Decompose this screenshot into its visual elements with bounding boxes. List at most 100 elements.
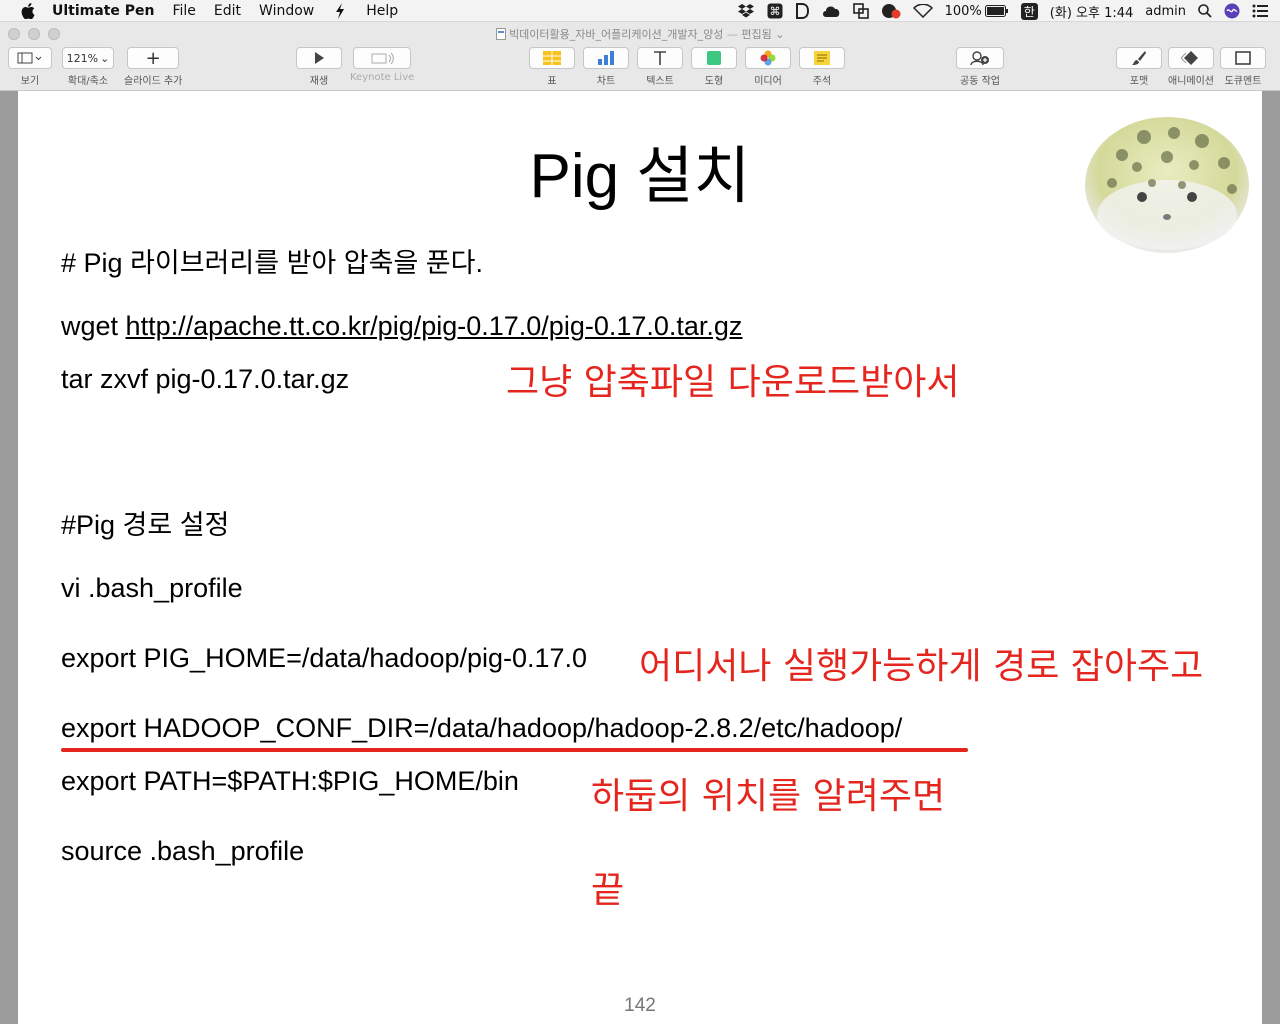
zoom-tool[interactable]: 121% ⌄ 확대/축소 [62, 47, 114, 87]
download-url-link[interactable]: http://apache.tt.co.kr/pig/pig-0.17.0/pi… [126, 311, 743, 341]
document-label: 도큐멘트 [1224, 76, 1262, 87]
input-source-badge[interactable]: 한 [1020, 2, 1038, 20]
play-icon [315, 52, 324, 64]
format-button[interactable] [1116, 47, 1162, 69]
spotlight-search-icon[interactable] [1198, 4, 1212, 18]
pufferfish-image[interactable] [1082, 105, 1252, 255]
red-underline-stroke [61, 748, 968, 752]
view-label: 보기 [20, 76, 40, 87]
wifi-icon[interactable] [912, 4, 933, 18]
document-name: 빅데이터활용_자바_어플리케이션_개발자_양성 [509, 28, 724, 41]
siri-icon[interactable] [1224, 3, 1240, 19]
slide-canvas[interactable]: Pig 설치 # Pig 라이브러리를 받아 압축을 푼다. wget http… [0, 91, 1280, 1024]
play-label: 재생 [309, 76, 329, 87]
collaborate-tool[interactable]: 공동 작업 [956, 47, 1004, 87]
media-tool[interactable]: 미디어 [745, 47, 791, 87]
comment-button[interactable] [799, 47, 845, 69]
menu-window[interactable]: Window [259, 3, 314, 19]
animate-button[interactable] [1168, 47, 1214, 69]
table-icon [543, 51, 561, 65]
slide[interactable]: Pig 설치 # Pig 라이브러리를 받아 압축을 푼다. wget http… [18, 91, 1262, 1024]
comment-line-download[interactable]: # Pig 라이브러리를 받아 압축을 푼다. [61, 241, 483, 280]
command-icon[interactable]: ⌘ [767, 3, 783, 19]
clock[interactable]: (화) 오후 1:44 [1050, 2, 1133, 21]
slide-page-number: 142 [624, 995, 656, 1016]
document-button[interactable] [1220, 47, 1266, 69]
app-name-menu[interactable]: Ultimate Pen [52, 3, 154, 19]
play-button[interactable] [296, 47, 342, 69]
table-tool[interactable]: 표 [529, 47, 575, 87]
keynote-live-label: Keynote Live [350, 72, 415, 83]
add-slide-label: 슬라이드 추가 [124, 76, 183, 87]
menu-help[interactable]: Help [366, 3, 398, 19]
vi-command[interactable]: vi .bash_profile [61, 573, 243, 604]
apple-menu-icon[interactable] [18, 1, 38, 21]
zoom-label: 확대/축소 [67, 76, 109, 87]
format-tool[interactable]: 포맷 [1116, 47, 1162, 87]
battery-status[interactable]: 100% [945, 4, 1009, 19]
view-tool[interactable]: 보기 [8, 47, 52, 87]
slide-title[interactable]: Pig 설치 [18, 125, 1262, 215]
chevron-down-icon: ⌄ [100, 51, 110, 65]
notification-center-icon[interactable] [1252, 4, 1268, 18]
zoom-select[interactable]: 121% ⌄ [62, 47, 114, 69]
table-button[interactable] [529, 47, 575, 69]
script-menu-icon[interactable] [332, 2, 348, 19]
comment-line-path[interactable]: #Pig 경로 설정 [61, 503, 229, 542]
paintbrush-icon [1132, 51, 1146, 65]
svg-text:⌘: ⌘ [769, 5, 780, 18]
photos-icon [760, 50, 776, 66]
menu-file[interactable]: File [172, 3, 195, 19]
battery-icon [984, 5, 1008, 17]
chevron-down-icon[interactable]: ⌄ [775, 28, 784, 41]
d-app-icon[interactable] [795, 3, 809, 19]
text-button[interactable] [637, 47, 683, 69]
source-command[interactable]: source .bash_profile [61, 836, 304, 867]
window-toolbar: 빅데이터활용_자바_어플리케이션_개발자_양성 — 편집됨 ⌄ 보기 121% ⌄… [0, 22, 1280, 91]
add-slide-tool[interactable]: + 슬라이드 추가 [124, 47, 182, 87]
tar-command[interactable]: tar zxvf pig-0.17.0.tar.gz [61, 364, 349, 395]
cloud-icon[interactable] [821, 4, 841, 18]
animate-icon [1181, 51, 1198, 65]
export-path[interactable]: export PATH=$PATH:$PIG_HOME/bin [61, 766, 519, 797]
annotation-path: 어디서나 실행가능하게 경로 잡아주고 [639, 646, 1204, 687]
add-slide-button[interactable]: + [127, 47, 180, 69]
view-button[interactable] [8, 47, 52, 69]
document-title[interactable]: 빅데이터활용_자바_어플리케이션_개발자_양성 — 편집됨 ⌄ [0, 26, 1280, 42]
menu-bar: Ultimate Pen File Edit Window Help ⌘ 100… [0, 0, 1280, 22]
text-label: 텍스트 [646, 76, 674, 87]
annotation-done: 끝 [591, 870, 625, 911]
text-tool[interactable]: 텍스트 [637, 47, 683, 87]
comment-icon [814, 51, 830, 65]
document-state: 편집됨 [741, 28, 772, 41]
document-setup-icon [1235, 51, 1251, 65]
collaborate-icon [970, 51, 989, 65]
status-area: ⌘ 100% 한 (화) 오후 1:44 admin [737, 0, 1280, 22]
annotation-hadoop: 하둡의 위치를 알려주면 [591, 776, 946, 817]
document-tool[interactable]: 도큐멘트 [1220, 47, 1266, 87]
collaborate-button[interactable] [956, 47, 1004, 69]
text-icon [654, 51, 666, 65]
battery-percent: 100% [944, 3, 982, 19]
comment-tool[interactable]: 주석 [799, 47, 845, 87]
window-switch-icon[interactable] [852, 3, 869, 19]
wget-command[interactable]: wget http://apache.tt.co.kr/pig/pig-0.17… [61, 311, 742, 342]
menu-edit[interactable]: Edit [214, 3, 241, 19]
export-pig-home[interactable]: export PIG_HOME=/data/hadoop/pig-0.17.0 [61, 643, 587, 674]
user-name[interactable]: admin [1145, 4, 1186, 19]
shape-tool[interactable]: 도형 [691, 47, 737, 87]
notification-icon[interactable] [881, 3, 901, 19]
keynote-live-button[interactable] [353, 47, 412, 69]
collaborate-label: 공동 작업 [960, 76, 1000, 87]
shape-button[interactable] [691, 47, 737, 69]
chart-button[interactable] [583, 47, 629, 69]
media-label: 미디어 [754, 76, 782, 87]
chart-tool[interactable]: 차트 [583, 47, 629, 87]
dropbox-icon[interactable] [737, 4, 755, 18]
zoom-value: 121% [66, 51, 99, 65]
plus-icon: + [145, 47, 161, 69]
animate-tool[interactable]: 애니메이션 [1168, 47, 1214, 87]
media-button[interactable] [745, 47, 791, 69]
play-tool[interactable]: 재생 [296, 47, 342, 87]
export-hadoop-conf[interactable]: export HADOOP_CONF_DIR=/data/hadoop/hado… [61, 713, 902, 744]
